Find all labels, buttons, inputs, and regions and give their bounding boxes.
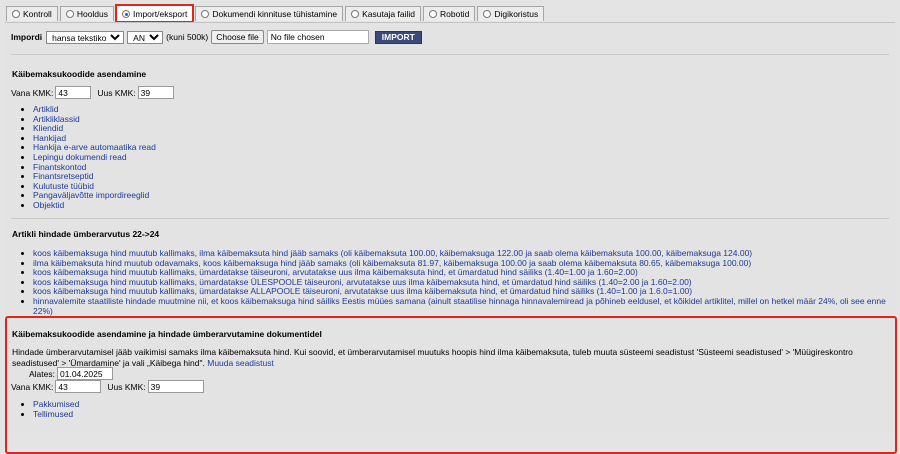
- link-kliendid[interactable]: Kliendid: [33, 123, 63, 133]
- kmk-fields: Vana KMK: Uus KMK:: [11, 86, 174, 99]
- link-hankijad[interactable]: Hankijad: [33, 133, 66, 143]
- link-finantskontod[interactable]: Finantskontod: [33, 162, 86, 172]
- tab-label: Robotid: [440, 9, 470, 19]
- link-pakkumised[interactable]: Pakkumised: [33, 399, 79, 409]
- from-label: Alates:: [29, 368, 55, 379]
- from-date-row: Alates:: [29, 367, 113, 380]
- doc-old-kmk-input[interactable]: [55, 380, 102, 393]
- new-kmk-label: Uus KMK:: [107, 381, 146, 392]
- divider: [11, 54, 889, 55]
- radio-icon[interactable]: [351, 10, 360, 18]
- link-impordireeglid[interactable]: Pangaväljavõtte impordireeglid: [33, 190, 149, 201]
- import-source-select[interactable]: hansa tekstikoopia: [46, 30, 125, 44]
- list-item: Tellimused: [33, 409, 79, 420]
- tab-label: Dokumendi kinnituse tühistamine: [212, 9, 338, 19]
- link-artikliklassid[interactable]: Artikliklassid: [33, 114, 80, 124]
- tab-kasutaja-failid[interactable]: Kasutaja failid: [345, 6, 421, 21]
- link-artiklid[interactable]: Artiklid: [33, 104, 59, 114]
- price-option-link[interactable]: koos käibemaksuga hind muutub kallimaks,…: [33, 267, 638, 277]
- tab-digikoristus[interactable]: Digikoristus: [477, 6, 545, 21]
- doc-paragraph: Hindade ümberarvutamisel jääb vaikimisi …: [12, 347, 853, 368]
- change-settings-link[interactable]: Muuda seadistust: [207, 358, 274, 368]
- price-option-link[interactable]: hinnavalemite staatiliste hindade muutmi…: [33, 296, 886, 316]
- price-heading: Artikli hindade ümberarvutus 22->24: [12, 229, 160, 239]
- list-item: hinnavalemite staatiliste hindade muutmi…: [33, 296, 895, 316]
- tab-robotid[interactable]: Robotid: [423, 6, 476, 21]
- price-option-link[interactable]: koos käibemaksuga hind muutub kallimaks,…: [33, 286, 692, 297]
- doc-link-list: Pakkumised Tellimused: [19, 399, 79, 420]
- link-finantsretseptid[interactable]: Finantsretseptid: [33, 171, 93, 181]
- radio-icon[interactable]: [201, 10, 210, 18]
- tab-kontroll[interactable]: Kontroll: [6, 6, 58, 21]
- radio-icon[interactable]: [65, 10, 74, 18]
- tab-label: Hooldus: [76, 9, 109, 19]
- link-tellimused[interactable]: Tellimused: [33, 409, 73, 419]
- encoding-select[interactable]: ANSI: [127, 30, 164, 44]
- radio-icon[interactable]: [483, 10, 492, 18]
- price-option-link[interactable]: ilma käibemaksuta hind muutub odavamaks,…: [33, 258, 751, 268]
- file-status: No file chosen: [266, 30, 369, 44]
- tab-bar: Kontroll Hooldus Import/eksport Dokumend…: [6, 4, 545, 23]
- new-kmk-input[interactable]: [137, 86, 174, 99]
- tab-label: Kontroll: [23, 9, 52, 19]
- old-kmk-input[interactable]: [55, 86, 92, 99]
- from-date-input[interactable]: [57, 367, 113, 380]
- doc-new-kmk-input[interactable]: [147, 380, 204, 393]
- kmk-link-list: Artiklid Artikliklassid Kliendid Hankija…: [19, 104, 156, 211]
- choose-file-button[interactable]: Choose file: [211, 30, 264, 44]
- list-item: Objektid: [33, 200, 156, 211]
- new-kmk-label: Uus KMK:: [97, 87, 136, 98]
- tab-label: Import/eksport: [133, 9, 188, 19]
- radio-icon[interactable]: [12, 10, 20, 18]
- link-lepingu-read[interactable]: Lepingu dokumendi read: [33, 152, 127, 162]
- price-link-list: koos käibemaksuga hind muutub kallimaks,…: [19, 248, 895, 316]
- tab-import-eksport[interactable]: Import/eksport: [115, 4, 195, 23]
- link-objektid[interactable]: Objektid: [33, 200, 64, 210]
- import-row: Impordi hansa tekstikoopia ANSI (kuni 50…: [11, 30, 422, 44]
- content-panel: Impordi hansa tekstikoopia ANSI (kuni 50…: [5, 22, 897, 454]
- link-hankija-earve[interactable]: Hankija e-arve automaatika read: [33, 142, 156, 153]
- kmk-heading: Käibemaksukoodide asendamine: [12, 69, 147, 79]
- old-kmk-label: Vana KMK:: [11, 87, 54, 98]
- tab-label: Digikoristus: [494, 9, 539, 19]
- size-note: (kuni 500k): [166, 32, 209, 42]
- import-button[interactable]: IMPORT: [374, 30, 422, 44]
- price-option-link[interactable]: koos käibemaksuga hind muutub kallimaks,…: [33, 277, 692, 287]
- tab-dokumendi-kinnituse-tuhistamine[interactable]: Dokumendi kinnituse tühistamine: [195, 6, 344, 21]
- tab-label: Kasutaja failid: [362, 9, 415, 19]
- divider: [11, 218, 889, 219]
- doc-description: Hindade ümberarvutamisel jääb vaikimisi …: [12, 347, 882, 368]
- tab-hooldus[interactable]: Hooldus: [59, 6, 115, 21]
- link-kulutuste-tuubid[interactable]: Kulutuste tüübid: [33, 181, 94, 191]
- radio-selected-icon[interactable]: [122, 10, 131, 18]
- import-label: Impordi: [11, 32, 43, 42]
- doc-heading: Käibemaksukoodide asendamine ja hindade …: [12, 329, 322, 339]
- doc-kmk-fields: Vana KMK: Uus KMK:: [11, 380, 204, 393]
- radio-icon[interactable]: [429, 10, 437, 18]
- price-option-link[interactable]: koos käibemaksuga hind muutub kallimaks,…: [33, 248, 752, 258]
- old-kmk-label: Vana KMK:: [11, 381, 54, 392]
